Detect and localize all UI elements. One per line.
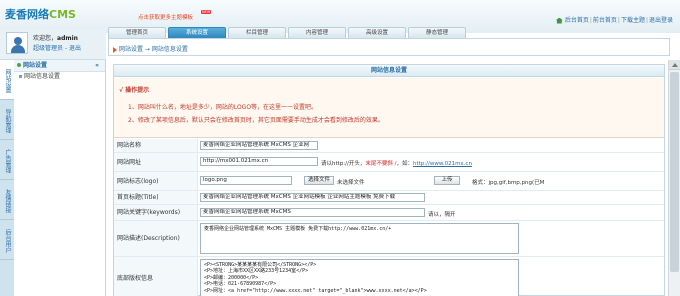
front-home-link[interactable]: 前台首页	[593, 17, 617, 24]
sidebar-heading[interactable]: 网站设置 «	[14, 60, 105, 72]
logout-link[interactable]: 退出登录	[649, 17, 673, 24]
row-keywords: 网站关键字(keywords) 麦香网络企业网站管理系统 MxCMS 请以，隔开	[114, 205, 664, 221]
new-badge: NEW	[201, 10, 212, 14]
bullet-icon	[17, 63, 21, 67]
vtab-users[interactable]: 后台用户	[0, 220, 14, 260]
row-logo: 网站标志(logo) logo.png 选择文件 未选择文件 上传 格式：jpg…	[114, 172, 664, 191]
user-panel: 欢迎您，admin 超级管理员 - 退出	[0, 30, 106, 60]
home-title-input[interactable]: 麦香网络企业网站管理系统 MxCMS 企业网站模板 企业网站主题模板 免费下载	[200, 193, 425, 202]
vtab-site-settings[interactable]: 网站设置	[0, 60, 14, 100]
choose-file-button[interactable]: 选择文件	[304, 176, 334, 185]
tab-columns[interactable]: 栏目管理	[228, 27, 286, 38]
main-panel: 网站信息设置 √ 操作提示 1、网站叫什么名，地址是多少，网站的LOGO等，在这…	[113, 64, 665, 296]
tip-2: 2、修改了某项信息后，默认只会在修改首页时，其它页面需要手动生成才会看到修改后的…	[128, 117, 384, 124]
keywords-input[interactable]: 麦香网络企业网站管理系统 MxCMS	[200, 208, 425, 217]
tip-1: 1、网站叫什么名，地址是多少，网站的LOGO等，在这里一一设置吧。	[128, 104, 318, 111]
scroll-thumb[interactable]	[670, 72, 679, 272]
tab-home[interactable]: 管理首页	[108, 27, 166, 38]
row-site-url: 网站网址 http://mx001.021mx.cn 请以http://开头，末…	[114, 153, 664, 172]
description-textarea[interactable]: 麦香网络企业网站管理系统 MxCMS 主题模板 免费下载http://www.0…	[200, 223, 519, 254]
breadcrumb: 网站设置 → 网站信息设置	[113, 44, 188, 53]
download-theme-link[interactable]: 下载主题	[621, 17, 645, 24]
admin-home-link[interactable]: 后台首页	[565, 17, 589, 24]
logo-input[interactable]: logo.png	[200, 176, 292, 185]
home-icon	[555, 17, 563, 24]
vtab-ads[interactable]: 广告管理	[0, 140, 14, 180]
url-hint: 请以http://开头，末尾不要斜 /，如：http://www.021mx.c…	[321, 161, 472, 167]
panel-title: 网站信息设置	[114, 65, 664, 77]
promo-link[interactable]: 点击获取更多主题模板	[138, 13, 193, 21]
row-footer: 底部版权信息 <P><STRONG>某某某某有限公司</STRONG></P> <…	[114, 257, 664, 296]
logo-format: 格式：jpg,gif,bmp,png(已M	[472, 180, 545, 186]
row-home-title: 首页标题(Title) 麦香网络企业网站管理系统 MxCMS 企业网站模板 企业…	[114, 191, 664, 205]
footer-textarea[interactable]: <P><STRONG>某某某某有限公司</STRONG></P> <P>地址：上海…	[200, 259, 519, 296]
tab-system-settings[interactable]: 系统设置	[168, 27, 226, 38]
collapse-icon[interactable]: «	[95, 60, 99, 72]
welcome-text: 欢迎您，admin	[33, 35, 78, 42]
row-site-name: 网站名称 麦香网络企业网站管理系统 MxCMS 企业网	[114, 139, 664, 153]
tab-static[interactable]: 静态管理	[408, 27, 466, 38]
tab-content[interactable]: 内容管理	[288, 27, 346, 38]
bullet-icon	[19, 75, 22, 78]
user-role[interactable]: 超级管理员 - 退出	[33, 43, 81, 52]
site-url-input[interactable]: http://mx001.021mx.cn	[200, 157, 318, 166]
example-url-link[interactable]: http://www.021mx.cn	[413, 161, 472, 167]
no-file-text: 未选择文件	[337, 180, 365, 186]
keywords-hint: 请以，隔开	[428, 212, 456, 218]
tips-title: √ 操作提示	[119, 87, 150, 94]
vtab-links[interactable]: 友情链接	[0, 180, 14, 220]
arrow-icon	[113, 46, 117, 53]
row-description: 网站描述(Description) 麦香网络企业网站管理系统 MxCMS 主题模…	[114, 221, 664, 257]
arrow-up-icon	[672, 63, 678, 67]
vertical-tabs: 网站设置 导航管理 广告管理 友情链接 后台用户	[0, 60, 14, 296]
tips-box: √ 操作提示 1、网站叫什么名，地址是多少，网站的LOGO等，在这里一一设置吧。…	[114, 78, 664, 138]
avatar	[6, 32, 28, 54]
scrollbar[interactable]	[668, 60, 680, 296]
sidebar: 网站设置 « 网站信息设置	[14, 60, 106, 296]
top-links: 后台首页|前台首页|下载主题|退出登录	[555, 15, 673, 24]
scroll-up-button[interactable]	[669, 60, 680, 70]
logo: 麦香网络CMS	[5, 8, 76, 21]
main-tabs: 管理首页 系统设置 栏目管理 内容管理 高级设置 静态管理	[108, 27, 466, 38]
site-name-input[interactable]: 麦香网络企业网站管理系统 MxCMS 企业网	[200, 141, 318, 150]
vtab-nav[interactable]: 导航管理	[0, 100, 14, 140]
tab-advanced[interactable]: 高级设置	[348, 27, 406, 38]
upload-button[interactable]: 上传	[434, 176, 460, 185]
sidebar-item-site-info[interactable]: 网站信息设置	[14, 72, 105, 82]
breadcrumb-bar: 网站设置 → 网站信息设置	[108, 38, 670, 56]
